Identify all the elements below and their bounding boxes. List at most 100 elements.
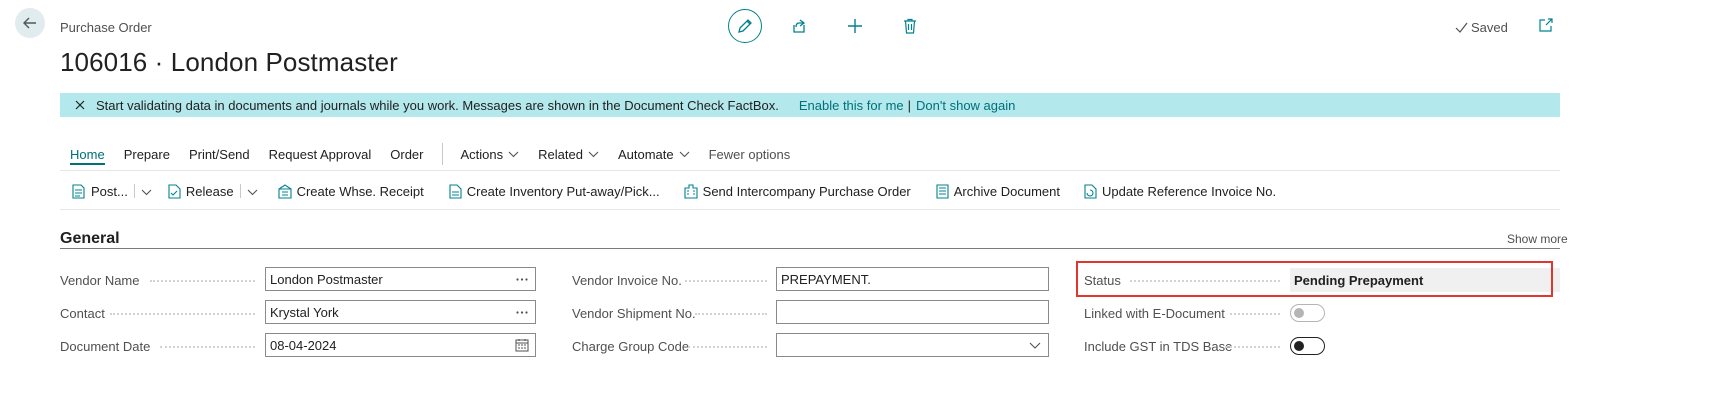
release-button[interactable]: Release: [168, 184, 234, 199]
post-label: Post...: [91, 183, 128, 199]
post-button[interactable]: Post...: [72, 184, 128, 199]
dismiss-link[interactable]: Don't show again: [916, 98, 1015, 113]
plus-icon: [848, 19, 862, 33]
menu-tab-request-approval[interactable]: Request Approval: [269, 147, 372, 162]
post-split-separator: [133, 184, 135, 198]
create-whse-receipt-button[interactable]: Create Whse. Receipt: [278, 184, 424, 199]
contact-label: Contact: [60, 305, 105, 321]
menu-tab-prepare[interactable]: Prepare: [124, 147, 170, 162]
contact-field[interactable]: Krystal York: [265, 300, 536, 324]
chevron-down-icon: [247, 189, 257, 195]
post-split-button: Post...: [72, 184, 152, 199]
popout-button[interactable]: [1538, 17, 1556, 35]
charge-group-dropdown[interactable]: [1026, 342, 1044, 349]
update-reference-icon: [1084, 183, 1097, 199]
release-icon: [168, 183, 181, 199]
notification-banner: Start validating data in documents and j…: [60, 93, 1560, 117]
dotted-leader: [1230, 313, 1280, 315]
action-bar: Post... Release Create Whse. Receipt Cre…: [72, 182, 1276, 200]
vendor-name-lookup-button[interactable]: [513, 277, 531, 281]
enable-link[interactable]: Enable this for me: [799, 98, 904, 113]
pencil-icon: [738, 19, 752, 33]
document-date-field[interactable]: 08-04-2024: [265, 333, 536, 357]
checkmark-icon: [1455, 22, 1468, 33]
vendor-name-field[interactable]: London Postmaster: [265, 267, 536, 291]
menu-automate[interactable]: Automate: [618, 147, 690, 162]
vendor-shipment-no-label: Vendor Shipment No.: [572, 305, 696, 321]
send-intercompany-label: Send Intercompany Purchase Order: [702, 183, 911, 199]
archive-document-button[interactable]: Archive Document: [936, 184, 1060, 199]
share-icon: [793, 19, 806, 33]
update-reference-label: Update Reference Invoice No.: [1101, 183, 1277, 199]
send-intercompany-button[interactable]: Send Intercompany Purchase Order: [684, 184, 911, 199]
charge-group-code-label: Charge Group Code: [572, 338, 690, 354]
dotted-leader: [150, 280, 255, 282]
section-underline: [60, 248, 1560, 249]
vendor-invoice-no-label: Vendor Invoice No.: [572, 272, 682, 288]
menu-separator-line: [60, 170, 1560, 171]
dotted-leader: [685, 280, 767, 282]
chevron-down-icon: [679, 151, 689, 157]
menu-divider: [441, 143, 443, 165]
action-menu-bar: Home Prepare Print/Send Request Approval…: [70, 143, 809, 165]
close-icon: [75, 100, 85, 110]
new-button[interactable]: [846, 17, 864, 35]
intercompany-icon: [684, 183, 698, 199]
contact-value: Krystal York: [270, 304, 339, 320]
dotted-leader: [688, 346, 767, 348]
charge-group-code-select[interactable]: [776, 333, 1049, 357]
create-inventory-button[interactable]: Create Inventory Put-away/Pick...: [449, 184, 660, 199]
popout-icon: [1539, 18, 1553, 32]
linked-e-document-toggle[interactable]: [1290, 304, 1325, 322]
release-label: Release: [185, 183, 234, 199]
include-gst-tds-label: Include GST in TDS Base: [1084, 338, 1233, 354]
fewer-options-button[interactable]: Fewer options: [709, 147, 791, 162]
linked-e-document-label: Linked with E-Document: [1084, 305, 1225, 321]
post-dropdown[interactable]: [141, 184, 152, 199]
page-title: 106016 · London Postmaster: [60, 47, 398, 77]
menu-tab-home[interactable]: Home: [70, 147, 105, 165]
document-date-label: Document Date: [60, 338, 151, 354]
chevron-down-icon: [141, 189, 152, 195]
warehouse-receipt-icon: [278, 183, 292, 199]
update-reference-button[interactable]: Update Reference Invoice No.: [1084, 184, 1276, 199]
menu-tab-print-send[interactable]: Print/Send: [189, 147, 250, 162]
document-date-value: 08-04-2024: [270, 337, 337, 353]
vendor-shipment-no-field[interactable]: [776, 300, 1049, 324]
vendor-name-label: Vendor Name: [60, 272, 140, 288]
saved-indicator: Saved: [1455, 20, 1508, 35]
breadcrumb: Purchase Order: [60, 20, 152, 35]
banner-close-button[interactable]: [72, 97, 88, 113]
vendor-invoice-no-field[interactable]: PREPAYMENT.: [776, 267, 1049, 291]
date-picker-button[interactable]: [513, 338, 531, 352]
archive-icon: [936, 183, 949, 199]
arrow-left-icon: [23, 17, 36, 29]
back-button[interactable]: [15, 8, 45, 38]
release-dropdown[interactable]: [247, 184, 258, 199]
share-button[interactable]: [790, 17, 808, 35]
banner-separator: |: [907, 97, 912, 113]
vendor-name-value: London Postmaster: [270, 271, 383, 287]
dotted-leader: [110, 313, 255, 315]
banner-message: Start validating data in documents and j…: [96, 97, 779, 113]
archive-document-label: Archive Document: [953, 183, 1060, 199]
include-gst-tds-toggle[interactable]: [1290, 337, 1325, 355]
edit-button[interactable]: [728, 9, 762, 43]
post-icon: [72, 183, 85, 199]
delete-button[interactable]: [901, 17, 919, 35]
menu-tab-order[interactable]: Order: [390, 147, 423, 162]
menu-related[interactable]: Related: [538, 147, 599, 162]
menu-actions[interactable]: Actions: [461, 147, 520, 162]
menu-automate-label: Automate: [617, 146, 674, 162]
chevron-down-icon: [508, 151, 519, 157]
chevron-down-icon: [1029, 342, 1041, 349]
chevron-down-icon: [588, 151, 599, 157]
action-separator-line: [60, 209, 1560, 210]
toggle-knob: [1294, 308, 1304, 318]
trash-icon: [904, 18, 916, 34]
contact-lookup-button[interactable]: [513, 310, 531, 314]
show-more-link[interactable]: Show more: [1507, 232, 1568, 246]
release-split-button: Release: [168, 184, 258, 199]
status-highlight-box: [1076, 261, 1553, 297]
ellipsis-icon: [516, 310, 528, 314]
